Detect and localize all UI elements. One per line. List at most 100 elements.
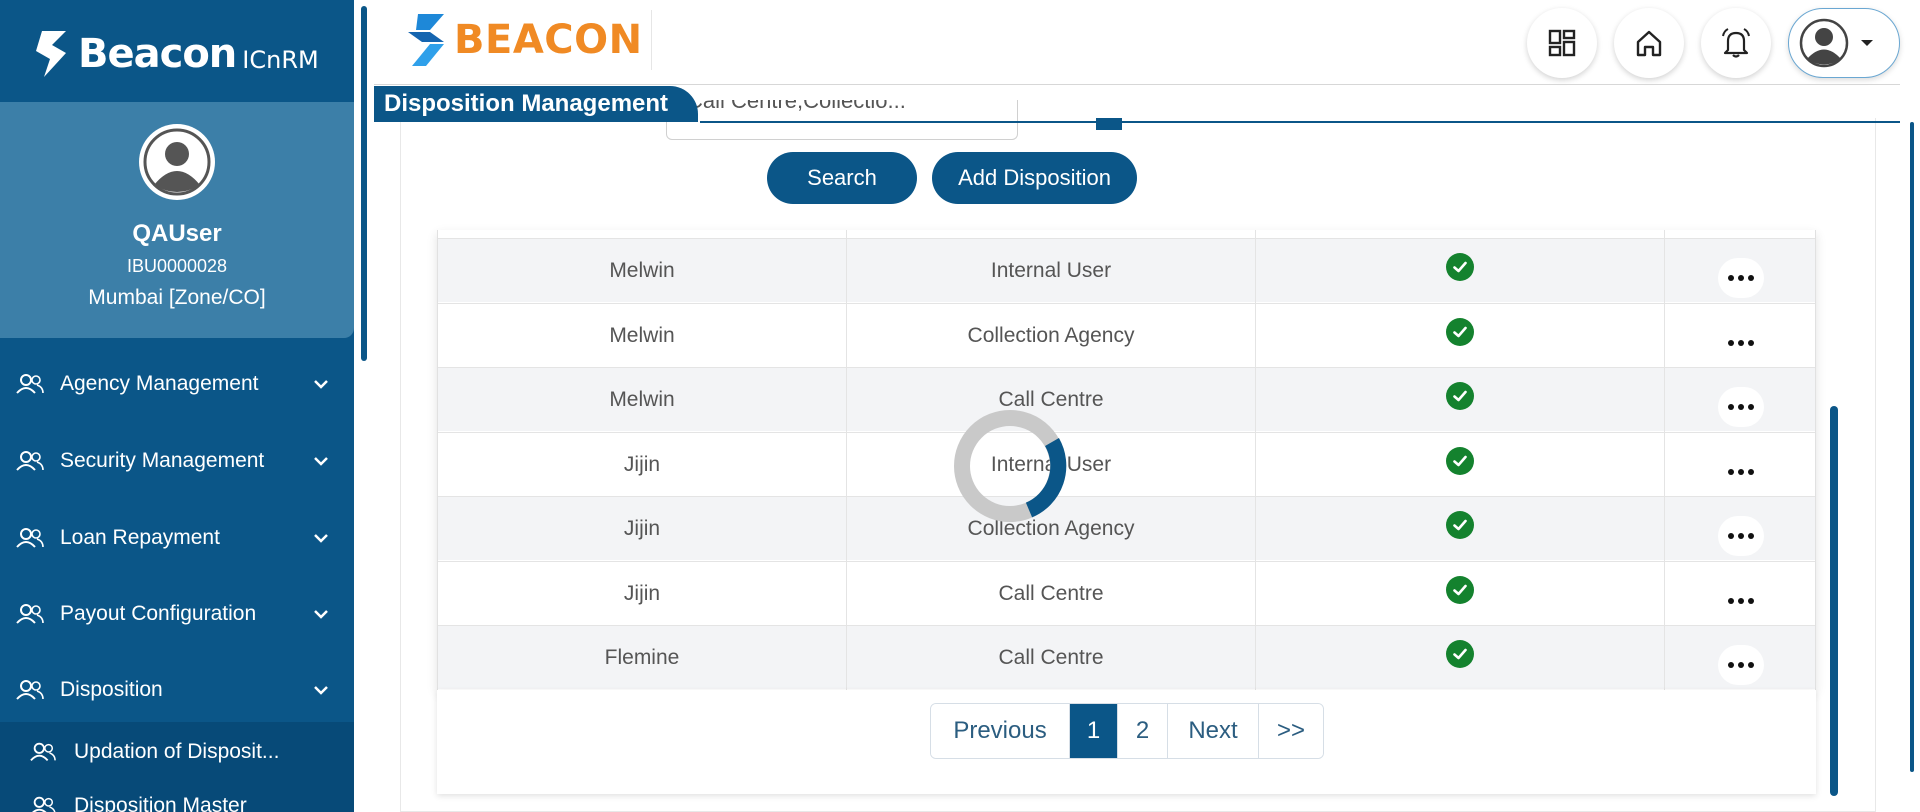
cell-actions [1665, 304, 1815, 368]
profile-name: QAUser [132, 220, 222, 247]
bell-icon [1722, 28, 1750, 58]
add-disposition-button[interactable]: Add Disposition [932, 152, 1137, 204]
check-circle-icon [1446, 253, 1474, 281]
dashboard-button[interactable] [1527, 8, 1597, 78]
brand-name: Beacon [78, 31, 237, 77]
more-options-icon[interactable] [1718, 322, 1764, 363]
check-circle-icon [1446, 382, 1474, 410]
header-logo-text: BEACON [454, 17, 643, 63]
user-avatar-icon [143, 128, 211, 196]
pagination-page-1[interactable]: 1 [1070, 704, 1118, 758]
pagination-last[interactable]: >> [1259, 704, 1323, 758]
profile-zone: Mumbai [Zone/CO] [88, 286, 266, 309]
app-root: Beacon ICnRM QAUser IBU0000028 Mumbai [Z… [0, 0, 1920, 812]
avatar [139, 124, 215, 200]
home-icon [1636, 30, 1662, 57]
chevron-down-icon [314, 380, 328, 389]
pagination-previous[interactable]: Previous [931, 704, 1070, 758]
search-button[interactable]: Search [767, 152, 917, 204]
profile-code: IBU0000028 [126, 256, 228, 276]
beacon-logo-icon [36, 31, 66, 77]
more-options-icon[interactable] [1718, 516, 1764, 556]
disposition-submenu: Updation of Disposit... Disposition Mast… [0, 722, 354, 812]
sidebar-subitem-updation-of-disposition[interactable]: Updation of Disposit... [30, 740, 330, 764]
sidebar-item-label: Disposition [60, 678, 163, 701]
more-options-icon[interactable] [1718, 645, 1764, 685]
sidebar-subitem-disposition-master[interactable]: Disposition Master [30, 794, 330, 812]
table-scrollbar[interactable] [1830, 406, 1838, 796]
cell-status [1256, 432, 1665, 497]
cell-actions [1665, 368, 1815, 432]
user-avatar-icon [1799, 18, 1849, 68]
check-circle-icon [1446, 575, 1474, 604]
sidebar-item-loan-repayment[interactable]: Loan Repayment [0, 508, 354, 568]
pagination-page-2[interactable]: 2 [1118, 704, 1168, 758]
chevron-down-icon [314, 610, 328, 619]
sidebar-scrollbar[interactable] [361, 6, 367, 361]
sidebar-item-label: Agency Management [60, 372, 259, 395]
table-row: Flemine Call Centre [438, 625, 1815, 690]
page-title: Disposition Management [374, 86, 699, 122]
filter-select-value: Call Centre,Collectio... [687, 100, 906, 113]
chevron-down-icon [314, 457, 328, 466]
cell-name: Melwin [438, 239, 847, 303]
cell-status [1256, 303, 1665, 368]
home-button[interactable] [1614, 8, 1684, 78]
dashboard-icon [1548, 29, 1576, 57]
more-options-icon[interactable] [1718, 258, 1764, 298]
cell-status [1256, 368, 1665, 432]
cell-name: Jijin [438, 432, 847, 497]
cell-actions [1665, 497, 1815, 561]
loading-spinner [954, 410, 1067, 522]
users-icon [16, 604, 44, 624]
users-icon [16, 528, 44, 548]
table-row: Jijin Internal User [438, 431, 1815, 497]
cell-actions [1665, 626, 1815, 690]
cell-status [1256, 626, 1665, 690]
sidebar-item-disposition[interactable]: Disposition [0, 660, 354, 720]
sidebar-subitem-label: Disposition Master [74, 794, 247, 812]
filter-checkbox[interactable] [1096, 118, 1122, 130]
sidebar-item-agency-management[interactable]: Agency Management [0, 354, 354, 414]
more-options-icon[interactable] [1718, 387, 1764, 427]
cell-actions [1665, 239, 1815, 303]
filter-select[interactable]: Call Centre,Collectio... [666, 100, 1018, 140]
cell-name: Melwin [438, 303, 847, 368]
sidebar-subitem-label: Updation of Disposit... [74, 740, 280, 763]
check-circle-icon [1446, 317, 1474, 346]
header-divider [374, 84, 1900, 85]
cell-status [1256, 239, 1665, 303]
more-options-icon[interactable] [1718, 451, 1764, 492]
pagination-next[interactable]: Next [1168, 704, 1259, 758]
header-logo[interactable]: BEACON [404, 10, 652, 70]
title-underline [700, 121, 1900, 123]
sidebar: Beacon ICnRM QAUser IBU0000028 Mumbai [Z… [0, 0, 354, 812]
cell-type: Internal User [847, 239, 1256, 303]
chevron-down-icon [314, 686, 328, 695]
sidebar-brand[interactable]: Beacon ICnRM [32, 26, 319, 82]
users-icon [16, 680, 44, 700]
users-icon [30, 742, 56, 762]
table-row: Melwin Call Centre [438, 367, 1815, 432]
cell-name: Flemine [438, 626, 847, 690]
sidebar-item-label: Security Management [60, 449, 265, 472]
cell-name: Jijin [438, 561, 847, 626]
sidebar-item-payout-configuration[interactable]: Payout Configuration [0, 584, 354, 644]
table-row: Melwin Internal User [438, 238, 1815, 303]
cell-actions [1665, 562, 1815, 626]
sidebar-item-security-management[interactable]: Security Management [0, 431, 354, 491]
notifications-button[interactable] [1701, 8, 1771, 78]
cell-status [1256, 561, 1665, 626]
table-row: Jijin Collection Agency [438, 496, 1815, 561]
table-row: Jijin Call Centre [438, 560, 1815, 626]
profile-card: QAUser IBU0000028 Mumbai [Zone/CO] [0, 102, 354, 338]
disposition-table: Melwin Internal User Melwin Collection Agen… [437, 230, 1816, 690]
users-icon [16, 374, 44, 394]
table-row-partial [438, 230, 1815, 238]
cell-type: Call Centre [847, 626, 1256, 690]
page-scrollbar[interactable] [1910, 122, 1914, 772]
check-circle-icon [1446, 446, 1474, 475]
user-menu[interactable] [1788, 8, 1900, 78]
more-options-icon[interactable] [1718, 580, 1764, 621]
sidebar-item-label: Loan Repayment [60, 526, 220, 549]
